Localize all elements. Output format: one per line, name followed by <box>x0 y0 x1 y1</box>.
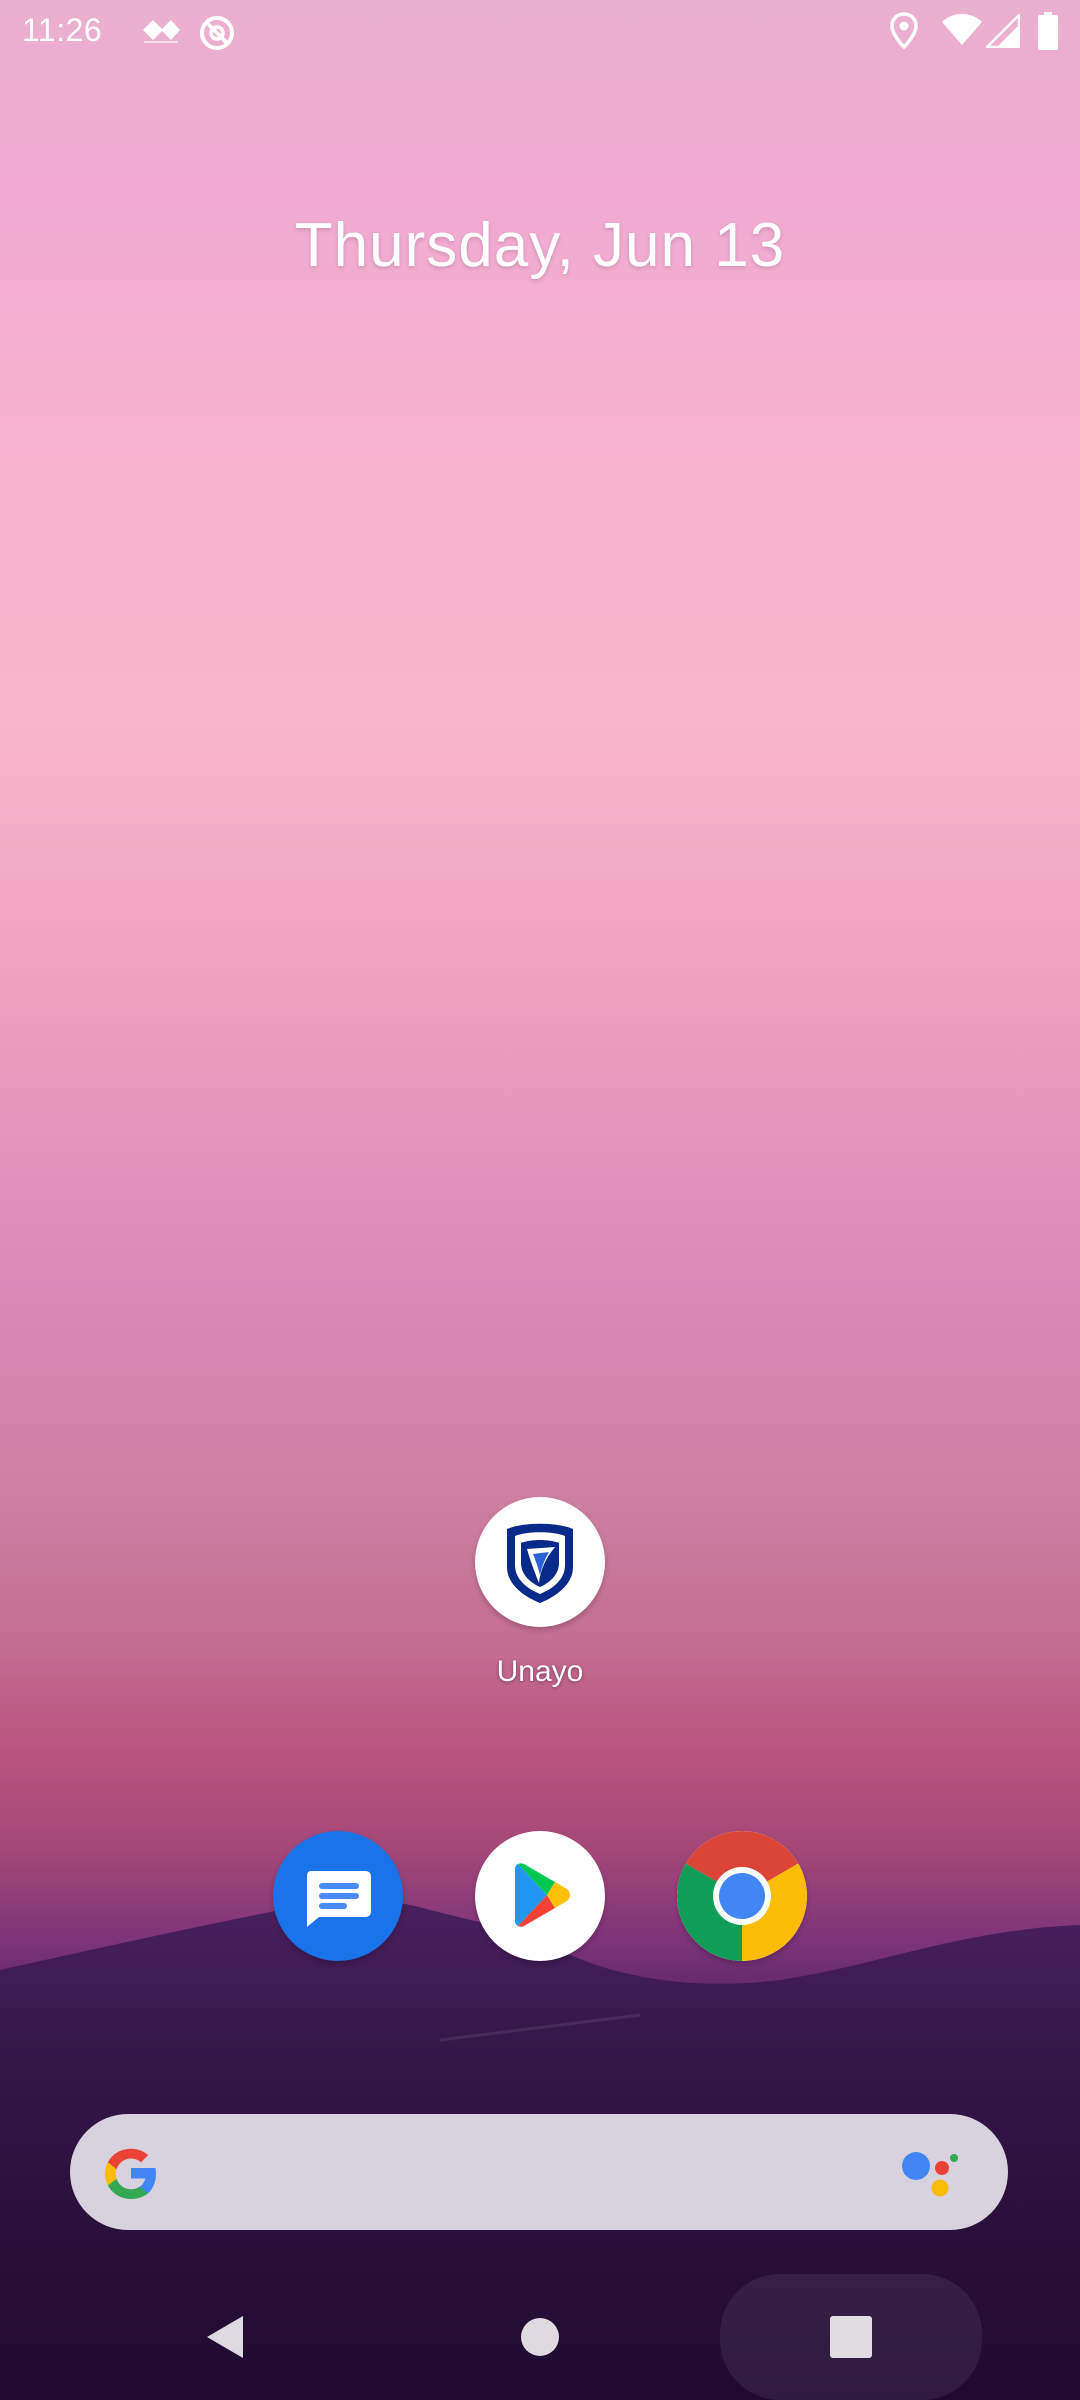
no-signal-circle-icon <box>198 14 236 57</box>
app-label-unayo[interactable]: Unayo <box>440 1655 640 1689</box>
back-button[interactable] <box>203 2314 247 2365</box>
google-g-icon <box>100 2142 162 2209</box>
google-assistant-icon <box>898 2144 960 2209</box>
date-widget[interactable]: Thursday, Jun 13 <box>0 210 1080 281</box>
location-icon <box>890 12 918 55</box>
play-store-icon <box>515 1863 570 1927</box>
google-search-bar[interactable] <box>70 2114 1008 2230</box>
cards-icon <box>140 16 182 51</box>
standard-bank-shield-icon <box>507 1523 573 1603</box>
cellular-signal-icon <box>983 11 1021 53</box>
wifi-icon <box>942 14 982 51</box>
home-button[interactable] <box>520 2317 560 2362</box>
app-chrome[interactable] <box>677 1831 807 1961</box>
app-messages[interactable] <box>273 1831 403 1961</box>
chrome-icon <box>677 1831 807 1961</box>
app-play-store[interactable] <box>475 1831 605 1961</box>
home-screen: 11:26 Thursday, Jun 13 Unayo <box>0 0 1080 2400</box>
messages-icon <box>307 1871 371 1927</box>
app-unayo[interactable] <box>475 1497 605 1627</box>
recents-button[interactable] <box>830 2316 872 2363</box>
battery-icon <box>1038 12 1058 55</box>
status-time: 11:26 <box>22 12 103 48</box>
status-bar: 11:26 <box>0 0 1080 62</box>
